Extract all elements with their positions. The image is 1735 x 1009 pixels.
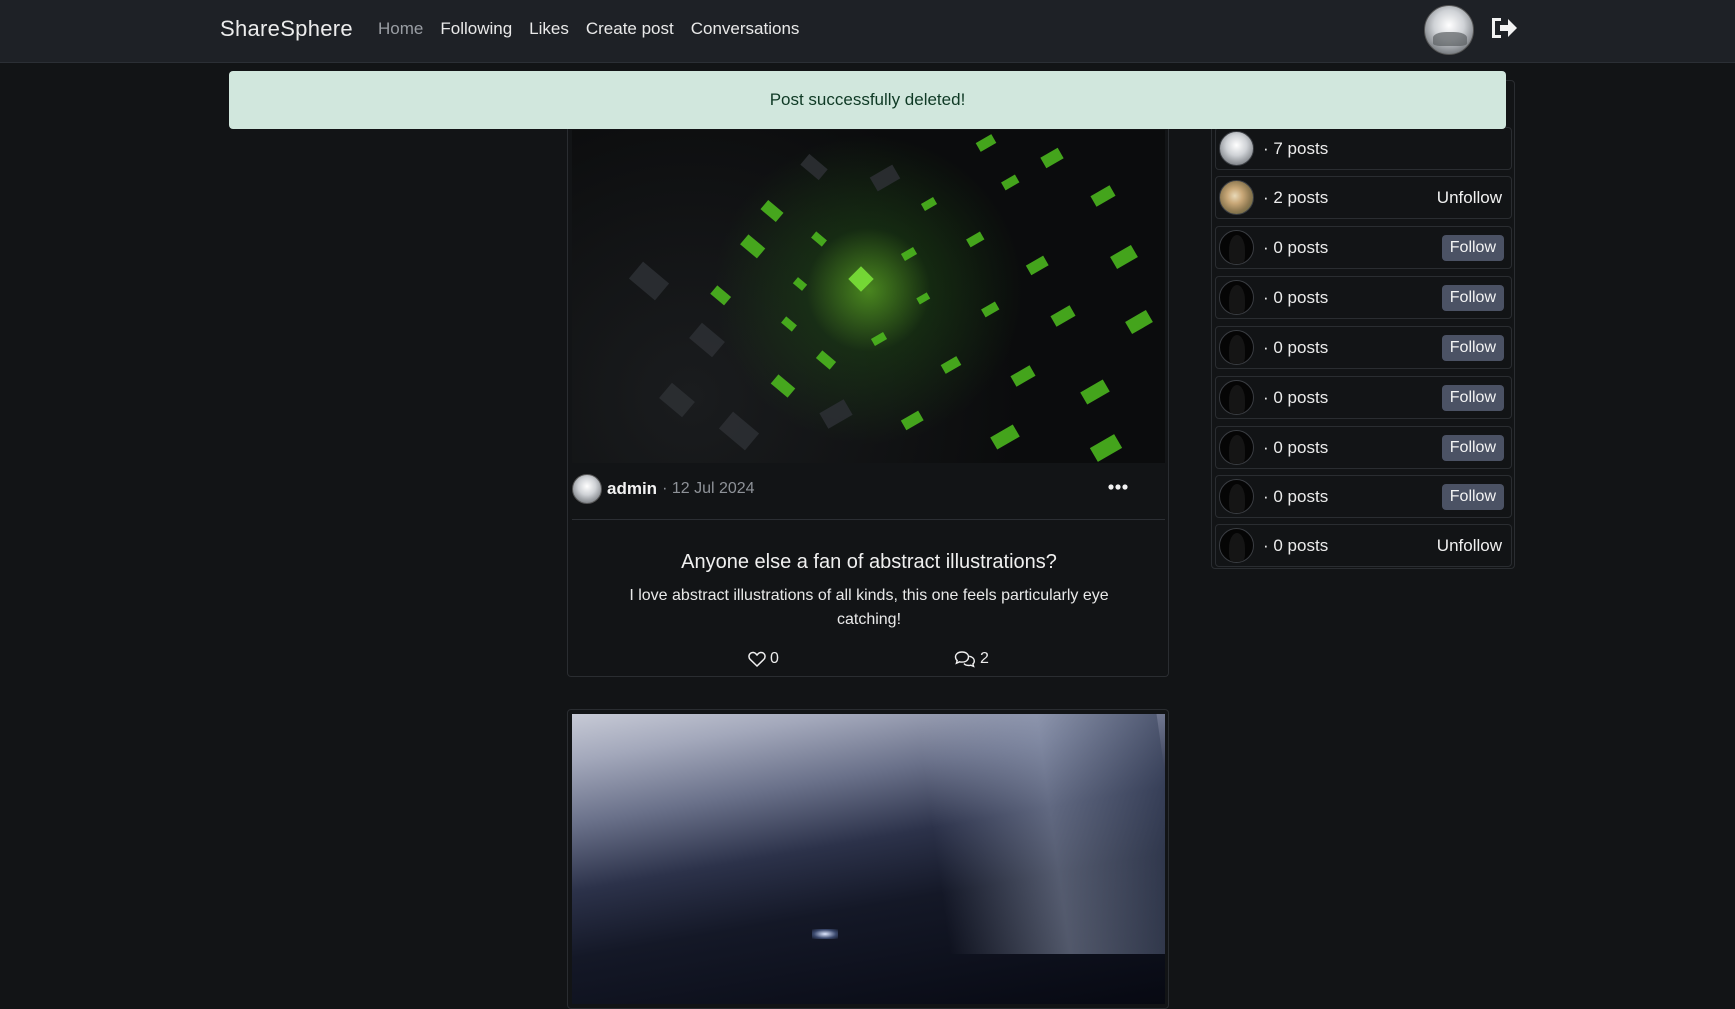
- user-row[interactable]: · 0 posts Follow: [1215, 475, 1512, 518]
- user-avatar[interactable]: [1219, 430, 1254, 465]
- post-date: · 12 Jul 2024: [662, 480, 755, 497]
- like-button[interactable]: 0: [748, 650, 779, 668]
- user-avatar[interactable]: [1219, 131, 1254, 166]
- user-avatar[interactable]: [1219, 230, 1254, 265]
- post-title: Anyone else a fan of abstract illustrati…: [681, 551, 1057, 573]
- post-count: · 0 posts: [1263, 337, 1329, 357]
- comments-icon: [954, 651, 976, 668]
- user-avatar[interactable]: [1219, 528, 1254, 563]
- post-body: I love abstract illustrations of all kin…: [629, 587, 1109, 628]
- alert-message: Post successfully deleted!: [769, 90, 966, 109]
- post-count: · 0 posts: [1263, 486, 1329, 506]
- follow-button[interactable]: Follow: [1441, 235, 1504, 261]
- post-actions: 0 2: [568, 650, 1170, 674]
- follow-button[interactable]: Follow: [1441, 484, 1504, 510]
- abstract-cubes-graphic: [628, 134, 1153, 462]
- follow-button[interactable]: Follow: [1441, 435, 1504, 461]
- follow-button[interactable]: Follow: [1441, 335, 1504, 361]
- nav-link-likes[interactable]: Likes: [529, 19, 569, 39]
- post-meta: admin · 12 Jul 2024: [572, 473, 755, 505]
- post-count: · 7 posts: [1263, 138, 1329, 158]
- post-count: · 0 posts: [1263, 237, 1329, 257]
- post-count: · 0 posts: [1263, 387, 1329, 407]
- comment-button[interactable]: 2: [954, 650, 989, 668]
- author-avatar[interactable]: [572, 474, 602, 504]
- user-avatar[interactable]: [1424, 5, 1474, 55]
- post-card: [567, 709, 1169, 1009]
- heart-icon: [748, 651, 766, 667]
- post-image[interactable]: [572, 130, 1165, 463]
- nav-links: Home Following Likes Create post Convers…: [378, 19, 799, 39]
- post-count: · 0 posts: [1263, 287, 1329, 307]
- nav-link-conversations[interactable]: Conversations: [691, 19, 800, 39]
- user-row[interactable]: · 0 posts Follow: [1215, 426, 1512, 469]
- unfollow-button[interactable]: Unfollow: [1435, 533, 1504, 559]
- nav-link-following[interactable]: Following: [440, 19, 512, 39]
- post-image[interactable]: [572, 714, 1165, 1004]
- post-count: · 2 posts: [1263, 187, 1329, 207]
- suggested-users-panel: · 7 posts · 2 posts Unfollow · 0 posts F…: [1211, 80, 1515, 569]
- user-row[interactable]: · 0 posts Follow: [1215, 226, 1512, 269]
- user-avatar[interactable]: [1219, 330, 1254, 365]
- like-count: 0: [770, 650, 779, 667]
- user-avatar[interactable]: [1219, 380, 1254, 415]
- unfollow-button[interactable]: Unfollow: [1435, 185, 1504, 211]
- user-row[interactable]: · 2 posts Unfollow: [1215, 176, 1512, 219]
- follow-button[interactable]: Follow: [1441, 385, 1504, 411]
- follow-button[interactable]: Follow: [1441, 285, 1504, 311]
- post-count: · 0 posts: [1263, 437, 1329, 457]
- nav-link-home[interactable]: Home: [378, 19, 423, 39]
- author-name[interactable]: admin: [607, 479, 657, 499]
- comment-count: 2: [980, 650, 989, 667]
- more-options-icon[interactable]: [1106, 480, 1130, 494]
- brand-logo[interactable]: ShareSphere: [220, 16, 353, 42]
- user-row[interactable]: · 0 posts Follow: [1215, 376, 1512, 419]
- divider: [572, 519, 1165, 520]
- post-card: admin · 12 Jul 2024 Anyone else a fan of…: [567, 118, 1169, 677]
- user-row[interactable]: · 7 posts: [1215, 127, 1512, 170]
- user-avatar[interactable]: [1219, 479, 1254, 514]
- post-count: · 0 posts: [1263, 535, 1329, 555]
- nav-link-create-post[interactable]: Create post: [586, 19, 674, 39]
- user-row[interactable]: · 0 posts Follow: [1215, 276, 1512, 319]
- user-row[interactable]: · 0 posts Unfollow: [1215, 524, 1512, 567]
- navbar: ShareSphere Home Following Likes Create …: [0, 0, 1735, 63]
- sign-out-icon[interactable]: [1489, 13, 1519, 43]
- user-avatar[interactable]: [1219, 180, 1254, 215]
- user-avatar[interactable]: [1219, 280, 1254, 315]
- success-alert: Post successfully deleted!: [229, 71, 1506, 129]
- user-row[interactable]: · 0 posts Follow: [1215, 326, 1512, 369]
